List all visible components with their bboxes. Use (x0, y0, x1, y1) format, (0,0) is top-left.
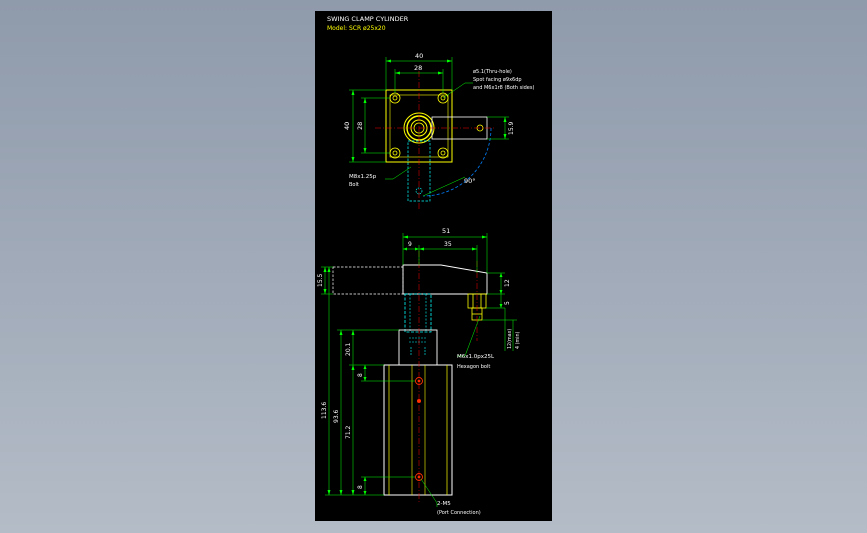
dim-35: 35 (444, 241, 452, 248)
cylinder-head (398, 329, 438, 366)
hex-bolt-label: M6x1.0px25L (457, 354, 495, 360)
dim-51: 51 (442, 227, 450, 235)
angle-leader (422, 176, 466, 197)
dim-8-upper: 8 (357, 373, 364, 377)
dim-12-max: 12(max) (507, 329, 513, 349)
clamp-arm-side (402, 264, 488, 295)
dim-15-9: 15.9 (508, 121, 515, 135)
dim-5: 5 (504, 301, 511, 305)
dim-40-h: 40 (415, 52, 423, 60)
model-label: Model: SCR ø25x20 (327, 25, 386, 32)
dim-15-5: 15.5 (317, 273, 324, 287)
drawing-sheet: SWING CLAMP CYLINDER Model: SCR ø25x20 4… (315, 11, 552, 521)
hex-bolt-sub: Hexagon bolt (457, 364, 490, 370)
top-dims (349, 57, 509, 180)
angle-90: 90° (464, 177, 476, 185)
hole-note-3: and M6x1r8 (Both sides) (473, 85, 534, 91)
bolt-label-top: M8x1.25p (349, 174, 377, 180)
port-label: 2-M5 (437, 501, 451, 507)
drawing-title: SWING CLAMP CYLINDER (327, 15, 409, 23)
clamp-arm-ghost (332, 266, 404, 295)
port-sub: (Port Connection) (437, 510, 481, 516)
hole-note-1: ø5.1(Thru-hole) (473, 69, 512, 75)
dim-40-v: 40 (343, 122, 351, 130)
dim-93-6: 93.6 (333, 409, 340, 423)
dim-4-min: 4 (min) (515, 332, 521, 349)
head-internal (409, 337, 427, 355)
dim-12: 12 (504, 279, 511, 287)
dim-28-v: 28 (356, 122, 364, 130)
dim-9: 9 (408, 241, 412, 248)
cad-drawing: SWING CLAMP CYLINDER Model: SCR ø25x20 4… (317, 15, 534, 516)
hole-note-2: Spot facing ø9x6dp (473, 77, 522, 83)
side-view: 51 9 35 15.5 5 12 12(max) 4 (min) 113.6 … (317, 227, 521, 516)
dim-8-lower: 8 (357, 485, 364, 489)
bolt-sub-top: Bolt (349, 182, 359, 188)
dim-113-6: 113.6 (321, 402, 328, 419)
dim-28-h: 28 (414, 64, 422, 72)
dim-71-2: 71.2 (345, 425, 352, 439)
dim-20-1: 20.1 (345, 342, 352, 356)
piston-rod (404, 293, 432, 333)
top-view: 40 28 40 28 15.9 90° ø5.1(Thru-hole) Spo… (343, 52, 534, 211)
